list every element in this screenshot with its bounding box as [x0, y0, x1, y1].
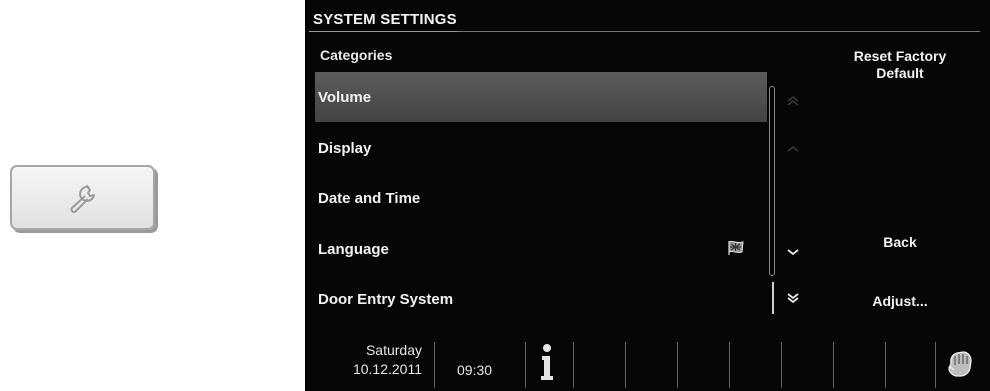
scrollbar-lower-indicator [772, 282, 774, 314]
footer-separator [729, 342, 730, 388]
list-item-language[interactable]: Language [315, 224, 767, 274]
device-screen: SYSTEM SETTINGS Categories Volume Displa… [305, 0, 990, 391]
list-item-door-entry-system[interactable]: Door Entry System [315, 274, 767, 324]
footer-separator [677, 342, 678, 388]
title-underline [309, 31, 459, 32]
footer-separator [833, 342, 834, 388]
footer-separator [434, 342, 435, 388]
list-item-date-and-time[interactable]: Date and Time [315, 173, 767, 223]
list-item-label: Language [318, 240, 389, 258]
list-item-label: Door Entry System [318, 290, 454, 308]
footer-separator [885, 342, 886, 388]
double-chevron-down-icon[interactable] [783, 290, 803, 306]
scrollbar[interactable] [769, 86, 775, 276]
screen-title: SYSTEM SETTINGS [313, 11, 457, 28]
footer-separator [625, 342, 626, 388]
back-button[interactable]: Back [815, 234, 985, 251]
reset-factory-default-button[interactable]: Reset Factory Default [815, 48, 985, 82]
day-label: Saturday [365, 342, 422, 358]
chevron-up-icon[interactable] [783, 141, 803, 157]
list-item-label: Date and Time [318, 189, 421, 207]
footer-bar: Saturday 10.12.2011 09:30 [305, 340, 990, 391]
title-divider [457, 31, 980, 32]
settings-tile-button[interactable] [10, 165, 155, 230]
title-bar: SYSTEM SETTINGS [305, 9, 990, 33]
time-label: 09:30 [457, 362, 493, 378]
date-display: Saturday 10.12.2011 [305, 340, 430, 391]
categories-label: Categories [320, 47, 393, 63]
list-item-display[interactable]: Display [315, 123, 767, 173]
hand-touch-icon[interactable] [945, 346, 975, 380]
list-item-label: Display [318, 139, 372, 157]
list-item-volume[interactable]: Volume [315, 72, 767, 122]
footer-separator [573, 342, 574, 388]
footer-separator [935, 342, 936, 388]
wrench-icon [70, 184, 95, 213]
footer-separator [525, 342, 526, 388]
double-chevron-up-icon[interactable] [783, 93, 803, 109]
category-list: Volume Display Date and Time Language Do… [315, 72, 767, 334]
reset-label-line2: Default [876, 65, 924, 81]
chevron-down-icon[interactable] [783, 244, 803, 260]
date-label: 10.12.2011 [352, 361, 422, 377]
reset-label-line1: Reset Factory [853, 48, 947, 64]
info-icon[interactable] [537, 342, 557, 382]
list-item-label: Volume [318, 88, 372, 106]
footer-separator [781, 342, 782, 388]
adjust-button[interactable]: Adjust... [815, 293, 985, 310]
flag-icon [728, 240, 744, 255]
